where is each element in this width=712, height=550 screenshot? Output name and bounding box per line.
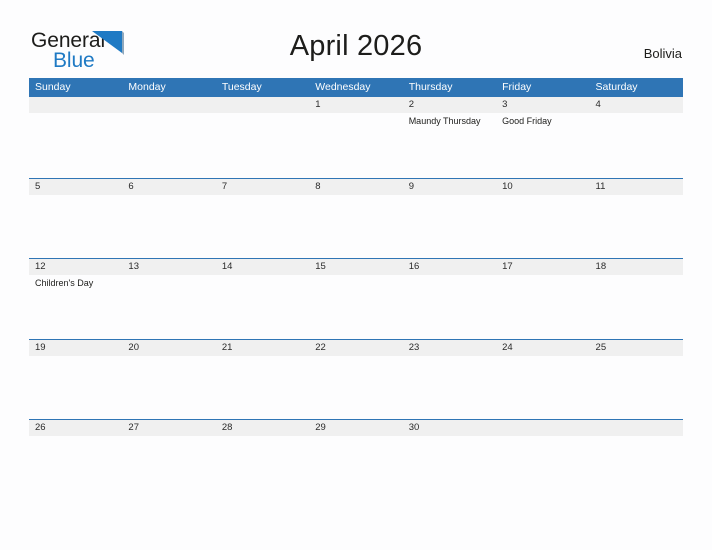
day-number: 5	[29, 178, 123, 195]
day-event-list: Children's Day	[29, 275, 122, 289]
day-number: 15	[309, 259, 403, 276]
day-number: 16	[402, 259, 497, 276]
day-number: 13	[122, 259, 216, 276]
calendar-day-cell[interactable]: 3 Good Friday	[496, 97, 590, 178]
holiday-label: Good Friday	[502, 116, 552, 126]
weekday-header-monday: Monday	[128, 81, 166, 93]
day-event-list: Maundy Thursday	[403, 113, 496, 127]
weekday-header-wednesday: Wednesday	[315, 81, 371, 93]
calendar-day-cell-empty	[589, 420, 683, 500]
calendar-day-cell[interactable]: 8	[309, 178, 403, 259]
calendar-week-row: 26 27 28 29 30	[29, 419, 683, 500]
holiday-label: Maundy Thursday	[408, 116, 481, 126]
calendar-day-cell[interactable]: 29	[309, 420, 403, 500]
day-number	[589, 420, 683, 437]
calendar-grid: Sunday Monday Tuesday Wednesday Thursday Frid…	[29, 78, 683, 500]
day-number: 29	[309, 420, 403, 437]
weekday-header-friday: Friday	[502, 81, 532, 93]
day-number: 3	[496, 97, 590, 113]
calendar-day-cell[interactable]: 7	[215, 178, 310, 259]
day-number: 24	[496, 339, 590, 356]
day-number: 10	[496, 178, 590, 195]
weekday-header-saturday: Saturday	[595, 81, 638, 93]
day-number: 30	[402, 420, 497, 437]
calendar-day-cell[interactable]: 22	[309, 339, 403, 420]
calendar-day-cell[interactable]: 6	[122, 178, 216, 259]
calendar-day-cell[interactable]: 10	[496, 178, 590, 259]
day-number: 4	[589, 97, 683, 113]
day-number	[496, 420, 590, 437]
calendar-day-cell[interactable]: 15	[309, 259, 403, 339]
day-number: 6	[122, 178, 216, 195]
weekday-header-sunday: Sunday	[35, 81, 71, 93]
day-number: 11	[589, 178, 683, 195]
day-number	[215, 97, 310, 113]
calendar-day-cell[interactable]: 14	[215, 259, 310, 339]
calendar-day-cell-empty	[215, 97, 310, 178]
day-number: 25	[589, 339, 683, 356]
calendar-week-row: 19 20 21 22 23 24 25	[29, 338, 683, 420]
calendar-day-cell[interactable]: 4	[589, 97, 683, 178]
calendar-day-cell[interactable]: 16	[402, 259, 497, 339]
page-title: April 2026	[289, 30, 423, 62]
calendar-day-cell[interactable]: 28	[215, 420, 310, 500]
calendar-day-cell-empty	[122, 97, 216, 178]
calendar-day-cell[interactable]: 26	[29, 420, 123, 500]
calendar-week-row: 12 Children's Day 13 14 15 16 17 18	[29, 258, 683, 339]
weekday-header-tuesday: Tuesday	[221, 81, 262, 93]
day-number: 27	[122, 420, 216, 437]
day-number: 22	[309, 339, 403, 356]
day-number: 21	[215, 339, 310, 356]
calendar-day-cell[interactable]: 27	[122, 420, 216, 500]
country-label: Bolivia	[643, 46, 682, 61]
calendar-day-cell-empty	[496, 420, 590, 500]
calendar-day-cell[interactable]: 5	[29, 178, 123, 259]
day-number: 1	[309, 97, 403, 113]
day-number	[29, 97, 123, 113]
page-header: General Blue April 2026 Bolivia	[0, 0, 712, 76]
calendar-week-row: 5 6 7 8 9 10 11	[29, 177, 683, 259]
day-number: 18	[589, 259, 683, 276]
calendar-day-cell[interactable]: 1	[309, 97, 403, 178]
calendar-body: 1 2 Maundy Thursday 3 Good Friday 4 5 6 7 8 9 10 11 1…	[29, 97, 683, 500]
calendar-week-row: 1 2 Maundy Thursday 3 Good Friday 4	[29, 97, 683, 178]
calendar-day-cell[interactable]: 20	[122, 339, 216, 420]
day-event-list: Good Friday	[496, 113, 589, 127]
weekday-header-row: Sunday Monday Tuesday Wednesday Thursday Frid…	[29, 78, 683, 97]
calendar-day-cell[interactable]: 24	[496, 339, 590, 420]
calendar-day-cell[interactable]: 23	[402, 339, 497, 420]
calendar-day-cell[interactable]: 19	[29, 339, 123, 420]
day-number: 9	[402, 178, 497, 195]
day-number: 2	[402, 97, 497, 113]
calendar-day-cell[interactable]: 17	[496, 259, 590, 339]
calendar-day-cell[interactable]: 9	[402, 178, 497, 259]
calendar-day-cell[interactable]: 2 Maundy Thursday	[402, 97, 497, 178]
day-number: 28	[215, 420, 310, 437]
day-number: 12	[29, 259, 123, 276]
day-number: 20	[122, 339, 216, 356]
calendar-day-cell[interactable]: 18	[589, 259, 683, 339]
calendar-day-cell[interactable]: 25	[589, 339, 683, 420]
calendar-day-cell[interactable]: 12 Children's Day	[29, 259, 123, 339]
day-number: 7	[215, 178, 310, 195]
day-number: 26	[29, 420, 123, 437]
calendar-day-cell[interactable]: 11	[589, 178, 683, 259]
calendar-page: General Blue April 2026 Bolivia Sunday Mo…	[0, 0, 712, 550]
calendar-day-cell-empty	[29, 97, 123, 178]
day-number: 19	[29, 339, 123, 356]
calendar-day-cell[interactable]: 13	[122, 259, 216, 339]
day-number: 14	[215, 259, 310, 276]
calendar-day-cell[interactable]: 30	[402, 420, 497, 500]
weekday-header-thursday: Thursday	[408, 81, 453, 93]
day-number: 17	[496, 259, 590, 276]
day-number: 23	[402, 339, 497, 356]
calendar-day-cell[interactable]: 21	[215, 339, 310, 420]
holiday-label: Children's Day	[35, 278, 94, 289]
day-number: 8	[309, 178, 403, 195]
day-number	[122, 97, 216, 113]
